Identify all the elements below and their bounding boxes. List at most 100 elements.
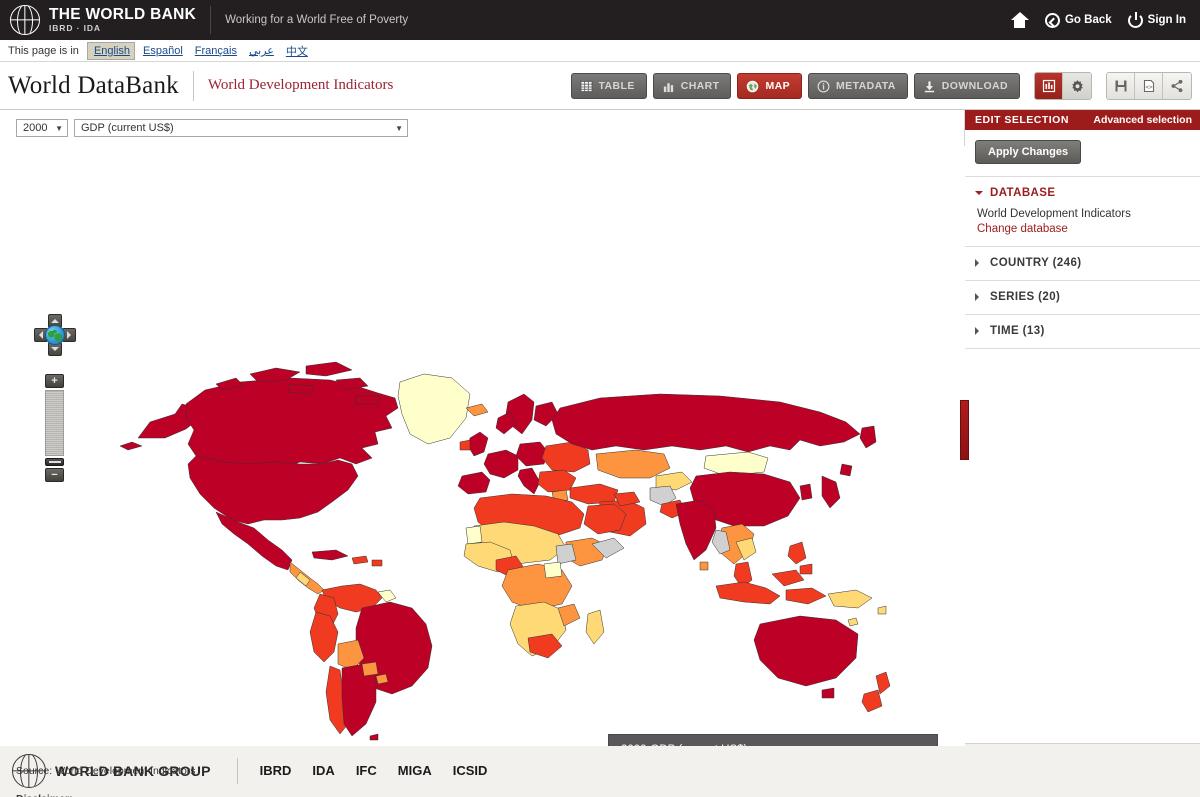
language-english[interactable]: English	[86, 41, 136, 60]
year-value: 2000	[23, 122, 48, 134]
sidebar-section-country-title: COUNTRY (246)	[990, 257, 1082, 269]
tab-metadata-label: METADATA	[836, 80, 896, 92]
info-icon	[817, 80, 830, 92]
svg-text:<>: <>	[1145, 84, 1153, 91]
zoom-slider-track[interactable]	[45, 390, 64, 456]
apply-changes-button[interactable]: Apply Changes	[975, 140, 1082, 164]
embed-code-icon: <>	[1143, 79, 1154, 93]
globe-icon	[10, 5, 40, 35]
sidebar-section-database-title: DATABASE	[990, 187, 1056, 199]
chevron-down-icon: ▼	[395, 123, 403, 133]
source-block: Source: World Development Indicators Dis…	[16, 765, 946, 797]
table-icon	[579, 80, 593, 92]
databank-header: World DataBank World Development Indicat…	[0, 62, 1200, 110]
chevron-right-icon	[975, 293, 983, 301]
map-zoom-control[interactable]: + −	[45, 374, 64, 482]
language-french[interactable]: Français	[191, 43, 241, 59]
tab-download[interactable]: DOWNLOAD	[913, 73, 1020, 99]
chevron-down-icon: ▼	[55, 123, 63, 133]
database-subtitle: World Development Indicators	[207, 77, 394, 93]
language-intro: This page is in	[8, 44, 79, 57]
tab-table[interactable]: TABLE	[570, 73, 647, 99]
sidebar-section-series-title: SERIES (20)	[990, 291, 1061, 303]
settings-button[interactable]	[1063, 73, 1091, 99]
save-icon	[1115, 80, 1126, 92]
map-legend: 2000-GDP (current US$) less than 1,369,6…	[608, 734, 938, 746]
source-line: Source: World Development Indicators	[16, 765, 196, 777]
sidebar-section-time-header[interactable]: TIME (13)	[975, 325, 1190, 337]
map-pan-control[interactable]	[34, 314, 76, 356]
chevron-down-icon	[975, 191, 983, 199]
chart-icon	[663, 82, 673, 92]
sidebar-section-country-header[interactable]: COUNTRY (246)	[975, 257, 1190, 269]
panel-collapse-handle[interactable]	[960, 400, 969, 460]
go-back-button[interactable]: Go Back	[1044, 12, 1112, 28]
brand-subname: IBRD · IDA	[49, 23, 101, 34]
divider	[210, 6, 212, 34]
globe-icon[interactable]	[45, 325, 65, 345]
tab-table-label: TABLE	[598, 80, 635, 92]
language-spanish[interactable]: Español	[139, 43, 187, 59]
tab-map-label: MAP	[765, 80, 791, 92]
page-title: World DataBank	[8, 71, 179, 99]
embed-code-button[interactable]: <>	[1135, 73, 1163, 99]
sidebar-section-database-header[interactable]: DATABASE	[975, 187, 1190, 199]
share-button[interactable]	[1163, 73, 1191, 99]
gear-icon	[1071, 79, 1083, 92]
chevron-right-icon	[975, 327, 983, 335]
sidebar-section-series-header[interactable]: SERIES (20)	[975, 291, 1190, 303]
main-area: 2000 ▼ GDP (current US$) ▼ + − Source: W…	[0, 110, 1200, 797]
zoom-out-button[interactable]: −	[45, 468, 64, 482]
zoom-slider-thumb[interactable]	[45, 458, 64, 466]
indicator-value: GDP (current US$)	[81, 122, 174, 134]
language-arabic[interactable]: عربي	[245, 42, 278, 59]
sidebar-section-series: SERIES (20)	[965, 281, 1200, 315]
zoom-in-button[interactable]: +	[45, 374, 64, 388]
world-bank-group-logo-icon	[12, 753, 46, 788]
year-select[interactable]: 2000 ▼	[16, 119, 68, 137]
advanced-selection-link[interactable]: Advanced selection	[1093, 114, 1192, 126]
sign-in-button[interactable]: Sign In	[1127, 11, 1186, 28]
chart-settings-button[interactable]	[1035, 73, 1063, 99]
download-icon	[924, 80, 934, 92]
tagline: Working for a World Free of Poverty	[225, 14, 409, 26]
sidebar-header: EDIT SELECTION Advanced selection	[965, 110, 1200, 130]
indicator-select[interactable]: GDP (current US$) ▼	[74, 119, 408, 137]
tab-map[interactable]: MAP	[737, 73, 803, 99]
brand-name: THE WORLD BANK	[49, 5, 197, 23]
tab-chart-label: CHART	[680, 80, 720, 92]
tab-download-label: DOWNLOAD	[941, 80, 1008, 92]
change-database-link[interactable]: Change database	[977, 223, 1190, 235]
view-toolbar: TABLE CHART MAP METADATA DOWNLOAD <>	[570, 72, 1192, 100]
language-chinese[interactable]: 中文	[282, 41, 312, 61]
tab-metadata[interactable]: METADATA	[808, 73, 908, 99]
power-icon	[1127, 11, 1143, 28]
apply-changes-row: Apply Changes	[965, 130, 1200, 177]
home-button[interactable]	[1010, 12, 1029, 28]
selector-row: 2000 ▼ GDP (current US$) ▼	[0, 110, 964, 137]
legend-title: 2000-GDP (current US$)	[621, 744, 925, 746]
share-icon	[1171, 79, 1183, 93]
chevron-right-icon	[975, 259, 983, 267]
edit-selection-sidebar: EDIT SELECTION Advanced selection Apply …	[965, 110, 1200, 743]
back-arrow-icon	[1044, 12, 1060, 28]
disclaimer-title: Disclaimer:	[16, 793, 946, 797]
view-options-group	[1034, 72, 1092, 100]
database-value: World Development Indicators	[977, 208, 1131, 220]
map-column: 2000 ▼ GDP (current US$) ▼ + − Source: W…	[0, 110, 969, 797]
chart-settings-icon	[1042, 79, 1055, 93]
go-back-label: Go Back	[1064, 14, 1112, 26]
export-group: <>	[1106, 72, 1192, 100]
sign-in-label: Sign In	[1147, 14, 1186, 26]
sidebar-section-country: COUNTRY (246)	[965, 247, 1200, 281]
tab-chart[interactable]: CHART	[652, 73, 732, 99]
world-bank-logo[interactable]: THE WORLD BANK IBRD · IDA	[0, 5, 196, 35]
save-button[interactable]	[1107, 73, 1135, 99]
divider	[192, 70, 194, 101]
world-map[interactable]: + − 2000-GDP (current US$) less than 1,3…	[0, 146, 965, 746]
language-bar: This page is in English Español Français…	[0, 40, 1200, 62]
globe-icon	[747, 80, 759, 92]
top-bar: THE WORLD BANK IBRD · IDA Working for a …	[0, 0, 1200, 40]
choropleth-map[interactable]	[0, 146, 965, 746]
home-icon	[1010, 12, 1029, 28]
